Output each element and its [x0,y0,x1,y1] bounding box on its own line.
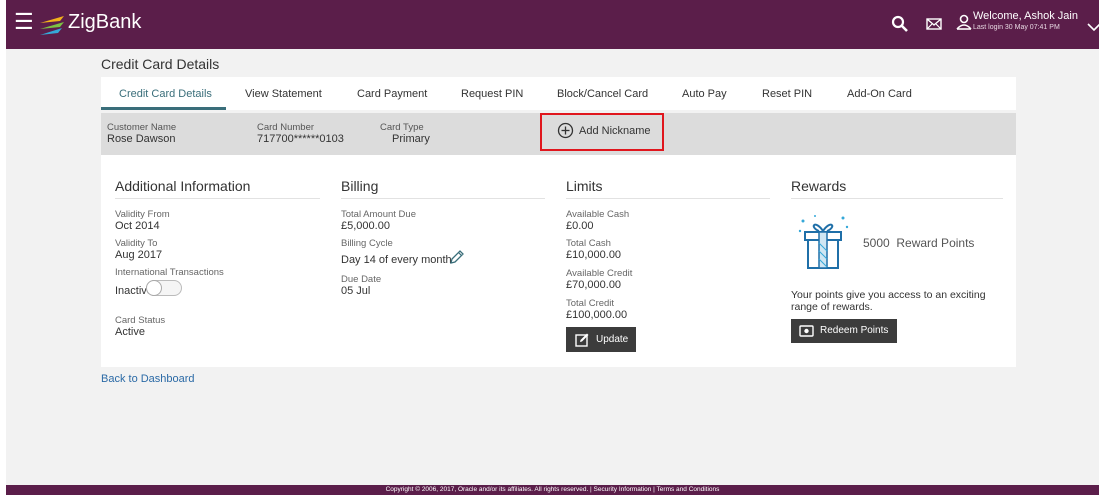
due-date-value: 05 Jul [341,285,371,297]
redeem-points-button[interactable]: Redeem Points [791,319,897,343]
card-type-label: Card Type [380,122,424,133]
update-button-label: Update [596,334,629,345]
billing-title: Billing [341,178,379,194]
card-status-label: Card Status [115,315,166,326]
plus-circle-icon[interactable] [557,122,574,139]
total-credit-label: Total Credit [566,298,615,309]
top-header-bar: ☰ ZigBank Welcome, Ashok Jain Last login… [6,0,1099,49]
search-icon[interactable] [890,14,910,34]
reward-points-value: 5000 [863,236,890,250]
due-date-label: Due Date [341,274,382,285]
available-cash-label: Available Cash [566,209,630,220]
divider [566,198,770,199]
divider [791,198,1003,199]
intl-transactions-label: International Transactions [115,267,224,278]
tab-request-pin[interactable]: Request PIN [461,88,523,100]
tab-block-cancel-card[interactable]: Block/Cancel Card [557,88,648,100]
back-to-dashboard-link[interactable]: Back to Dashboard [101,373,195,385]
total-credit-value: £100,000.00 [566,309,628,321]
card-number-value: 717700******0103 [257,133,344,145]
total-amount-due-label: Total Amount Due [341,209,416,220]
last-login-text: Last login 30 May 07:41 PM [973,24,1060,31]
tab-add-on-card[interactable]: Add-On Card [847,88,912,100]
available-credit-label: Available Credit [566,268,633,279]
tab-view-statement[interactable]: View Statement [245,88,322,100]
welcome-text[interactable]: Welcome, Ashok Jain [973,10,1078,22]
update-button[interactable]: Update [566,327,636,352]
brand-name[interactable]: ZigBank [68,11,141,34]
customer-name-label: Customer Name [107,122,177,133]
divider [115,198,320,199]
mail-icon[interactable] [926,17,942,31]
gift-icon [798,215,849,269]
additional-info-title: Additional Information [115,178,251,194]
card-number-label: Card Number [257,122,315,133]
page-title: Credit Card Details [101,56,220,72]
hamburger-menu-icon[interactable]: ☰ [14,11,34,33]
limits-title: Limits [566,178,603,194]
rewards-description: Your points give you access to an exciti… [791,289,986,313]
billing-cycle-value: Day 14 of every month [341,254,452,266]
tab-bar: Credit Card Details View Statement Card … [101,77,1016,110]
intl-transactions-toggle[interactable] [146,280,182,296]
card-type-value: Primary [392,133,430,145]
redeem-card-icon [799,325,814,337]
rewards-title: Rewards [791,178,847,194]
add-nickname-button[interactable]: Add Nickname [579,125,651,137]
validity-from-value: Oct 2014 [115,220,160,232]
edit-icon [575,333,589,347]
validity-to-label: Validity To [115,238,158,249]
tab-reset-pin[interactable]: Reset PIN [762,88,812,100]
footer: Copyright © 2006, 2017, Oracle and/or it… [6,485,1099,495]
card-status-value: Active [115,326,145,338]
divider [341,198,545,199]
available-credit-value: £70,000.00 [566,279,622,291]
tab-credit-card-details[interactable]: Credit Card Details [119,88,212,100]
toggle-knob [146,280,162,296]
validity-to-value: Aug 2017 [115,249,163,261]
billing-cycle-label: Billing Cycle [341,238,393,249]
total-cash-value: £10,000.00 [566,249,622,261]
customer-name-value: Rose Dawson [107,133,176,145]
validity-from-label: Validity From [115,209,170,220]
active-tab-indicator [101,107,226,110]
total-amount-due-value: £5,000.00 [341,220,390,232]
reward-points-text: 5000 Reward Points [863,236,974,250]
reward-points-label: Reward Points [896,236,975,250]
edit-pencil-icon[interactable] [449,249,465,265]
user-icon[interactable] [956,14,972,30]
chevron-down-icon[interactable] [1087,22,1099,32]
zigbank-logo-icon [40,16,64,35]
total-cash-label: Total Cash [566,238,611,249]
tab-card-payment[interactable]: Card Payment [357,88,427,100]
available-cash-value: £0.00 [566,220,594,232]
redeem-points-label: Redeem Points [820,325,889,336]
tab-auto-pay[interactable]: Auto Pay [682,88,727,100]
